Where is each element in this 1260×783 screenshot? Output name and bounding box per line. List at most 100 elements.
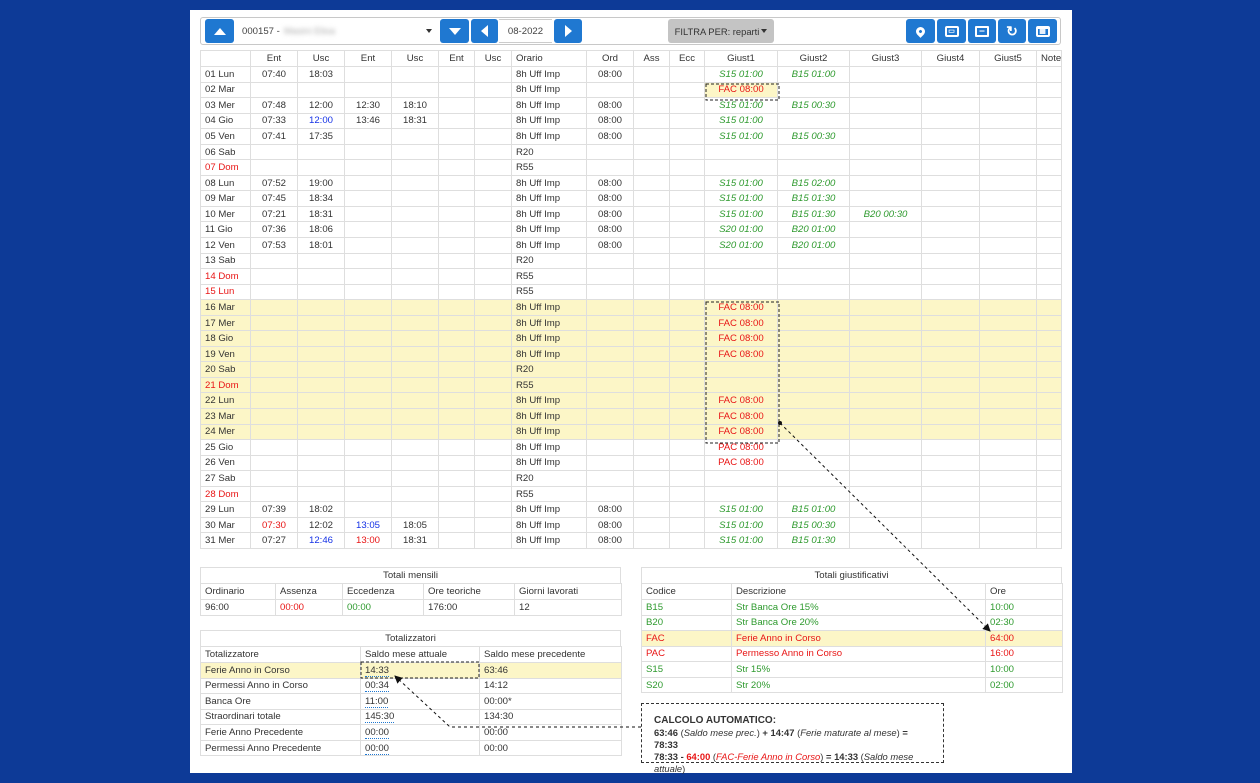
table-cell[interactable]: B15 01:30	[777, 532, 850, 549]
table-cell[interactable]	[250, 252, 298, 270]
table-cell[interactable]	[669, 330, 705, 347]
table-cell[interactable]	[1036, 299, 1062, 316]
table-cell[interactable]: 8h Uff Imp	[511, 454, 587, 472]
table-cell[interactable]: 8h Uff Imp	[511, 392, 587, 410]
table-cell[interactable]	[438, 439, 475, 456]
table-cell[interactable]	[633, 501, 670, 518]
table-cell[interactable]	[474, 516, 512, 534]
table-cell[interactable]	[1036, 345, 1062, 363]
table-cell[interactable]	[669, 81, 705, 99]
table-cell[interactable]: 17 Mer	[200, 314, 251, 332]
table-cell[interactable]	[438, 330, 475, 347]
table-cell[interactable]: 07:41	[250, 128, 298, 145]
table-cell[interactable]	[474, 501, 512, 518]
table-cell[interactable]	[391, 237, 439, 254]
table-cell[interactable]: 08:00	[586, 97, 634, 114]
table-cell[interactable]: 8h Uff Imp	[511, 299, 587, 316]
table-cell[interactable]: 8h Uff Imp	[511, 516, 587, 534]
table-cell[interactable]	[921, 174, 980, 192]
table-cell[interactable]	[250, 314, 298, 332]
table-cell[interactable]	[633, 361, 670, 378]
table-cell[interactable]	[474, 221, 512, 239]
table-cell[interactable]	[474, 330, 512, 347]
table-cell[interactable]	[438, 66, 475, 83]
table-cell[interactable]	[1036, 423, 1062, 441]
table-cell[interactable]: 18:06	[297, 221, 345, 239]
table-cell[interactable]	[633, 314, 670, 332]
table-cell[interactable]	[921, 361, 980, 378]
table-cell[interactable]	[669, 392, 705, 410]
table-cell[interactable]	[921, 330, 980, 347]
table-cell[interactable]	[777, 299, 850, 316]
table-cell[interactable]	[849, 112, 922, 130]
table-cell[interactable]	[921, 314, 980, 332]
table-cell[interactable]: 19:00	[297, 174, 345, 192]
table-cell[interactable]	[344, 128, 392, 145]
table-cell[interactable]: 08:00	[586, 221, 634, 239]
table-cell[interactable]	[250, 283, 298, 301]
table-cell[interactable]	[474, 314, 512, 332]
totalizer-cell[interactable]: 00:00	[360, 724, 480, 741]
table-cell[interactable]	[849, 532, 922, 549]
table-cell[interactable]	[297, 392, 345, 410]
table-cell[interactable]: 07 Dom	[200, 159, 251, 176]
table-cell[interactable]	[391, 252, 439, 270]
table-cell[interactable]	[921, 128, 980, 145]
table-cell[interactable]	[979, 283, 1037, 301]
table-cell[interactable]	[633, 392, 670, 410]
table-cell[interactable]	[1036, 128, 1062, 145]
table-cell[interactable]: 17:35	[297, 128, 345, 145]
table-cell[interactable]	[979, 299, 1037, 316]
table-cell[interactable]	[474, 97, 512, 114]
table-cell[interactable]	[979, 81, 1037, 99]
table-cell[interactable]	[633, 423, 670, 441]
table-cell[interactable]	[849, 252, 922, 270]
table-cell[interactable]	[474, 345, 512, 363]
table-cell[interactable]: 08:00	[586, 66, 634, 83]
saldo-link[interactable]: 14:33	[365, 664, 390, 677]
table-cell[interactable]: 07:40	[250, 66, 298, 83]
table-cell[interactable]	[344, 143, 392, 161]
table-cell[interactable]	[777, 112, 850, 130]
table-cell[interactable]: B15 00:30	[777, 97, 850, 114]
table-cell[interactable]: 18:31	[391, 532, 439, 549]
table-cell[interactable]	[979, 392, 1037, 410]
table-cell[interactable]	[633, 376, 670, 394]
table-cell[interactable]: B15 02:00	[777, 174, 850, 192]
table-cell[interactable]	[669, 190, 705, 207]
table-cell[interactable]	[633, 97, 670, 114]
table-cell[interactable]	[849, 439, 922, 456]
table-cell[interactable]	[344, 330, 392, 347]
table-cell[interactable]	[921, 532, 980, 549]
table-cell[interactable]: 08:00	[586, 516, 634, 534]
table-cell[interactable]: 09 Mar	[200, 190, 251, 207]
table-cell[interactable]	[438, 314, 475, 332]
table-cell[interactable]	[979, 205, 1037, 223]
table-cell[interactable]	[633, 66, 670, 83]
table-cell[interactable]	[586, 81, 634, 99]
table-cell[interactable]	[1036, 81, 1062, 99]
table-cell[interactable]: S15 01:00	[704, 532, 778, 549]
table-cell[interactable]	[921, 408, 980, 425]
table-cell[interactable]: S15 01:00	[704, 97, 778, 114]
table-cell[interactable]: 04 Gio	[200, 112, 251, 130]
table-cell[interactable]	[777, 314, 850, 332]
table-cell[interactable]	[849, 330, 922, 347]
table-cell[interactable]	[979, 221, 1037, 239]
prev-employee-button[interactable]	[205, 19, 234, 43]
table-cell[interactable]: 8h Uff Imp	[511, 237, 587, 254]
table-cell[interactable]	[474, 205, 512, 223]
table-cell[interactable]: 19 Ven	[200, 345, 251, 363]
table-cell[interactable]	[438, 516, 475, 534]
saldo-link[interactable]: 00:34	[365, 680, 390, 693]
table-cell[interactable]	[391, 408, 439, 425]
table-cell[interactable]	[669, 532, 705, 549]
table-cell[interactable]	[921, 268, 980, 285]
table-cell[interactable]	[633, 408, 670, 425]
table-cell[interactable]	[391, 501, 439, 518]
table-cell[interactable]	[849, 268, 922, 285]
table-cell[interactable]	[633, 516, 670, 534]
saldo-link[interactable]: 145:30	[365, 711, 395, 724]
table-cell[interactable]: 08:00	[586, 174, 634, 192]
table-cell[interactable]	[979, 423, 1037, 441]
